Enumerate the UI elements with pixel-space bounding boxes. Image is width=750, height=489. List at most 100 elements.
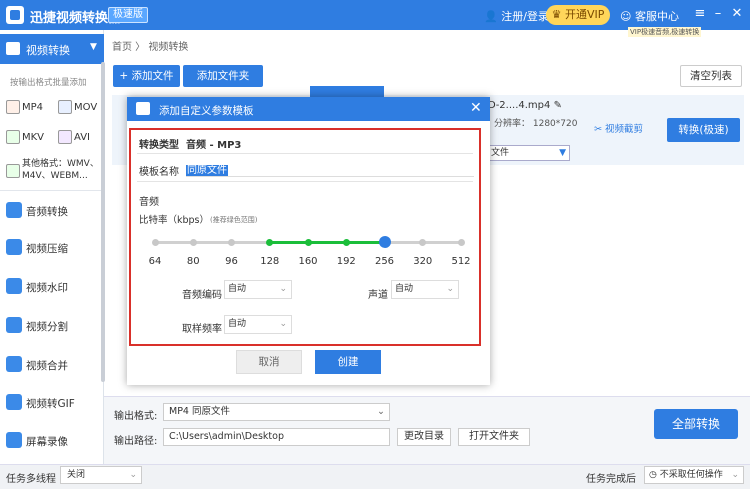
audio-codec-select[interactable]: 自动 ⌄: [224, 280, 292, 299]
edition-badge: 极速版: [108, 7, 148, 23]
cancel-button[interactable]: 取消: [236, 350, 302, 374]
chat-icon: ☺: [620, 10, 632, 23]
file-format-value: 文件: [491, 148, 510, 158]
chevron-down-icon: ⌄: [446, 284, 454, 294]
music-icon: [6, 202, 22, 218]
bitrate-tick-label: 64: [148, 256, 162, 267]
convert-all-button[interactable]: 全部转换: [654, 409, 738, 439]
sidebar-item-video-gif[interactable]: 视频转GIF: [0, 384, 104, 420]
bitrate-stop-192[interactable]: [342, 239, 350, 246]
open-folder-button[interactable]: 打开文件夹: [458, 428, 530, 446]
dialog-close-icon[interactable]: ✕: [470, 100, 482, 116]
bitrate-label: 比特率（kbps）: [139, 215, 210, 226]
chevron-down-icon: ▼: [90, 42, 97, 52]
service-link[interactable]: ☺ 客服中心: [620, 8, 679, 24]
bitrate-stop-96[interactable]: [228, 239, 235, 246]
sidebar-divider: [0, 190, 101, 191]
file-format-select[interactable]: 文件 ▼: [488, 145, 570, 161]
conversion-type-label: 转换类型: [139, 140, 179, 151]
channel-select[interactable]: 自动 ⌄: [391, 280, 459, 299]
output-path-label: 输出路径:: [114, 436, 158, 447]
sample-rate-value: 自动: [228, 319, 247, 329]
vip-button[interactable]: ♛ 开通VIP: [546, 5, 610, 25]
format-other[interactable]: 其他格式：WMV、 M4V、WEBM...: [22, 158, 99, 182]
file-name-text: D-2....4.mp4: [488, 100, 551, 111]
mkv-format-icon: [6, 130, 20, 144]
clear-list-button[interactable]: 清空列表: [680, 65, 742, 87]
vip-banner[interactable]: VIP极速音频,极速转换: [628, 27, 702, 37]
other-formats-line1: 其他格式：WMV、: [22, 159, 99, 169]
template-name-input[interactable]: 同原文件: [186, 161, 474, 177]
scissors-icon: ✂: [594, 124, 602, 135]
bitrate-tick-label: 320: [413, 256, 433, 267]
video-icon: [136, 102, 150, 115]
mov-format-icon: [58, 100, 72, 114]
template-name-value: 同原文件: [186, 165, 228, 176]
file-resolution: 分辨率： 1280*720: [494, 119, 578, 129]
chevron-down-icon: ⌄: [731, 470, 739, 480]
create-button[interactable]: 创建: [315, 350, 381, 374]
output-path-field[interactable]: C:\Users\admin\Desktop: [163, 428, 390, 446]
close-icon[interactable]: ✕: [729, 6, 745, 22]
bitrate-stop-64[interactable]: [151, 239, 159, 246]
sidebar-tab-video-convert[interactable]: 视频转换 ▼: [0, 34, 104, 64]
after-done-select[interactable]: ◷ 不采取任何操作 ⌄: [644, 466, 744, 484]
chevron-down-icon: ⌄: [129, 470, 137, 480]
divider: [137, 181, 473, 182]
split-icon: [6, 317, 22, 333]
after-done-value: 不采取任何操作: [659, 470, 723, 480]
sidebar-item-video-compress[interactable]: 视频压缩: [0, 229, 104, 265]
user-icon: 👤: [484, 10, 498, 23]
add-file-button[interactable]: + 添加文件: [113, 65, 180, 87]
bitrate-slider-handle[interactable]: [378, 236, 391, 248]
chevron-down-icon: ⌄: [279, 284, 287, 294]
convert-button[interactable]: 转换(极速): [667, 118, 740, 142]
minimize-icon[interactable]: –: [710, 6, 726, 22]
add-folder-button[interactable]: 添加文件夹: [183, 65, 263, 87]
chevron-down-icon: ⌄: [279, 319, 287, 329]
bitrate-tick-label: 160: [298, 256, 318, 267]
change-directory-button[interactable]: 更改目录: [397, 428, 451, 446]
audio-section-label: 音频: [139, 197, 159, 208]
other-formats-line2: M4V、WEBM...: [22, 171, 88, 181]
menu-icon[interactable]: ≡: [692, 6, 708, 22]
format-mp4[interactable]: MP4: [22, 102, 43, 113]
login-link[interactable]: 👤 注册/登录: [484, 8, 549, 24]
video-edit-link[interactable]: ✂ 视频截剪: [594, 121, 643, 135]
sidebar-item-video-watermark[interactable]: 视频水印: [0, 268, 104, 304]
output-format-value: MP4 同原文件: [169, 406, 230, 417]
channel-label: 声道: [368, 290, 388, 301]
app-logo-icon: [6, 6, 24, 24]
multithread-label: 任务多线程: [6, 474, 56, 485]
format-avi[interactable]: AVI: [74, 132, 90, 143]
bitrate-tick-label: 96: [225, 256, 238, 267]
chevron-down-icon: ▼: [559, 148, 566, 158]
bitrate-stop-512[interactable]: [457, 239, 465, 246]
sidebar-item-label: 视频水印: [26, 282, 68, 294]
format-mkv[interactable]: MKV: [22, 132, 44, 143]
bitrate-stop-160[interactable]: [304, 239, 312, 246]
sidebar-item-audio-convert[interactable]: 音频转换: [0, 192, 104, 228]
bitrate-tick-label: 80: [186, 256, 200, 267]
sidebar-item-video-merge[interactable]: 视频合并: [0, 346, 104, 382]
mp4-format-icon: [6, 100, 20, 114]
format-mov[interactable]: MOV: [74, 102, 97, 113]
sample-rate-label: 取样频率: [182, 324, 222, 335]
sample-rate-select[interactable]: 自动 ⌄: [224, 315, 292, 334]
breadcrumb: 首页 〉 视频转换: [112, 42, 189, 53]
sidebar-item-video-split[interactable]: 视频分割: [0, 307, 104, 343]
conversion-type-value: 音频 - MP3: [186, 140, 242, 151]
sidebar-item-label: 视频转GIF: [26, 398, 75, 410]
watermark-icon: [6, 278, 22, 294]
bitrate-stop-80[interactable]: [189, 239, 197, 246]
output-format-select[interactable]: MP4 同原文件 ⌄: [163, 403, 390, 421]
sidebar-item-screen-record[interactable]: 屏幕录像: [0, 422, 104, 458]
multithread-select[interactable]: 关闭 ⌄: [60, 466, 142, 484]
edit-pencil-icon[interactable]: ✎: [554, 100, 562, 111]
sidebar-item-label: 音频转换: [26, 206, 68, 218]
dialog-title: 添加自定义参数模板: [159, 105, 254, 117]
sidebar-scrollbar[interactable]: [101, 62, 105, 382]
bitrate-tick-label: 256: [374, 256, 395, 267]
audio-codec-value: 自动: [228, 284, 247, 294]
other-format-icon: [6, 164, 20, 178]
